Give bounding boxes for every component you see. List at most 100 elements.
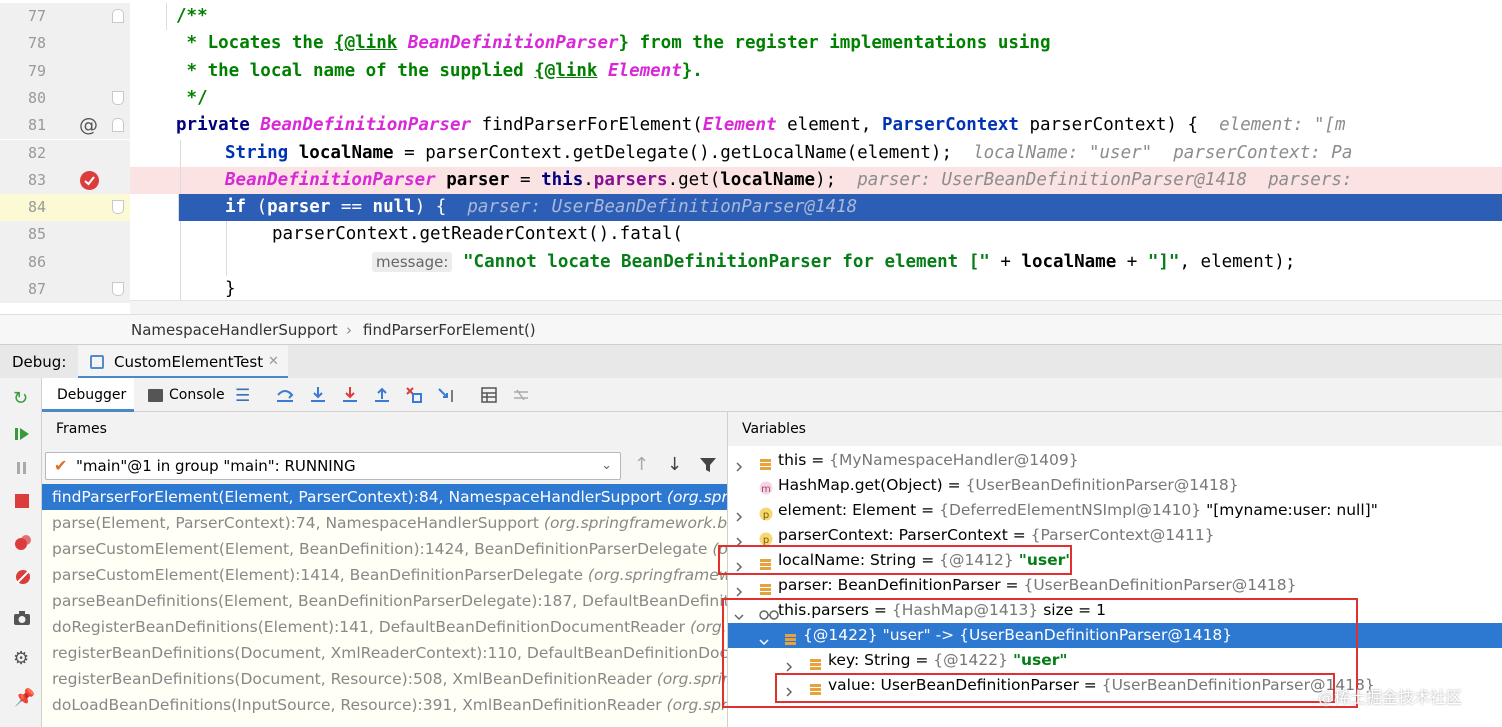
line-number: 80 [27, 88, 46, 107]
fold-marker-icon[interactable] [112, 118, 124, 133]
code-line[interactable]: 82 String localName = parserContext.getD… [0, 139, 1502, 167]
annotation-box-value [775, 673, 1335, 703]
code-line[interactable]: 78 * Locates the {@link BeanDefinitionPa… [0, 30, 1502, 58]
chevron-right-icon[interactable] [734, 455, 744, 472]
console-icon [148, 389, 163, 402]
breadcrumb-separator-icon: › [346, 321, 352, 339]
code-line[interactable]: 85 parserContext.getReaderContext().fata… [0, 221, 1502, 249]
variables-header: Variables [728, 412, 1502, 446]
ide-window: 77 /** 78 * Locates the {@link BeanDefin… [0, 0, 1502, 727]
pause-icon[interactable] [15, 460, 29, 480]
inline-debug-value: parser: UserBeanDefinitionParser@1418 pa… [857, 169, 1353, 190]
variable-row[interactable]: parser: BeanDefinitionParser = {UserBean… [728, 573, 1502, 598]
code-line-breakpoint[interactable]: 83 BeanDefinitionParser parser = this.pa… [0, 166, 1502, 195]
close-tab-icon[interactable]: ✕ [268, 345, 279, 379]
breakpoint-icon[interactable] [80, 170, 99, 190]
run-config-icon [90, 355, 104, 369]
tab-console[interactable]: Console [142, 378, 232, 412]
debug-title: Debug: [12, 353, 67, 371]
breadcrumb-method[interactable]: findParserForElement() [363, 315, 536, 345]
field-icon [759, 454, 772, 470]
drop-frame-icon[interactable] [404, 385, 424, 409]
line-number: 78 [27, 34, 46, 53]
next-thread-arrow-icon[interactable]: ↓ [667, 454, 682, 475]
rerun-icon[interactable]: ↻ [13, 388, 28, 409]
stack-frame[interactable]: doLoadBeanDefinitions(InputSource, Resou… [42, 692, 727, 718]
chevron-right-icon[interactable] [734, 505, 744, 522]
line-number: 77 [27, 7, 46, 25]
stop-icon[interactable] [15, 494, 29, 508]
fold-marker-icon[interactable] [112, 200, 124, 215]
step-out-icon[interactable] [372, 385, 392, 409]
parameter-icon: p [759, 504, 773, 521]
layout-menu-icon[interactable]: ☰ [235, 386, 250, 406]
stack-frame[interactable]: parseCustomElement(Element, BeanDefiniti… [42, 536, 727, 562]
svg-text:m: m [761, 484, 771, 495]
fold-marker-icon[interactable] [112, 9, 124, 23]
pin-icon[interactable]: 📌 [14, 688, 35, 708]
stack-frame[interactable]: registerBeanDefinitions(Document, Resour… [42, 666, 727, 692]
line-number: 86 [27, 252, 46, 271]
resume-icon[interactable] [14, 426, 30, 446]
code-line-execution-point[interactable]: 84 if (parser == null) { parser: UserBea… [0, 194, 1502, 222]
line-number: 84 [27, 198, 46, 217]
checkmark-icon: ✔ [54, 456, 68, 475]
variable-row[interactable]: this = {MyNamespaceHandler@1409} [728, 448, 1502, 473]
breadcrumb-class[interactable]: NamespaceHandlerSupport [131, 315, 338, 345]
code-editor[interactable]: 77 /** 78 * Locates the {@link BeanDefin… [0, 0, 1502, 314]
code-line[interactable]: 81 @ private BeanDefinitionParser findPa… [0, 112, 1502, 140]
code-line[interactable]: 77 /** [0, 3, 1502, 31]
camera-icon[interactable] [13, 610, 31, 630]
mute-breakpoints-icon[interactable] [14, 568, 32, 590]
view-breakpoints-icon[interactable] [14, 534, 32, 556]
tab-customelementtest[interactable]: CustomElementTest ✕ [78, 345, 288, 379]
variable-row[interactable]: m HashMap.get(Object) = {UserBeanDefiniti… [728, 473, 1502, 498]
inline-debug-value: parser: UserBeanDefinitionParser@1418 [467, 197, 858, 218]
stack-frame[interactable]: doRegisterBeanDefinitions(Element):141, … [42, 614, 727, 640]
parameter-icon: p [759, 529, 773, 546]
chevron-right-icon[interactable] [734, 530, 744, 547]
inline-debug-value: element: "[m [1219, 115, 1346, 136]
inline-debug-value: localName: "user" parserContext: Pa [973, 142, 1353, 163]
stack-frame[interactable]: parseBeanDefinitions(Element, BeanDefini… [42, 588, 727, 614]
line-number: 79 [27, 61, 46, 80]
chevron-down-icon: ⌄ [601, 458, 612, 473]
stack-frame[interactable]: registerBeanDefinitions(Document, XmlRea… [42, 640, 727, 666]
overrides-at-icon[interactable]: @ [79, 114, 98, 136]
tab-debugger[interactable]: Debugger [42, 378, 134, 412]
method-return-icon: m [759, 479, 773, 495]
run-to-cursor-icon[interactable] [437, 385, 457, 409]
chevron-right-icon[interactable] [734, 580, 744, 597]
parameter-hint: message: [372, 251, 453, 272]
line-number: 81 [27, 116, 46, 135]
show-execution-point-icon[interactable] [275, 385, 295, 409]
line-number: 87 [27, 280, 46, 298]
thread-selector[interactable]: ✔ "main"@1 in group "main": RUNNING ⌄ [45, 452, 621, 480]
watermark: @稀土掘金技术社区 [1318, 688, 1463, 707]
fold-marker-icon[interactable] [112, 282, 124, 296]
svg-text:p: p [763, 510, 769, 521]
stack-frame[interactable]: findParserForElement(Element, ParserCont… [42, 484, 727, 510]
fold-marker-icon[interactable] [112, 90, 124, 105]
debug-tool-window-header: Debug: CustomElementTest ✕ [0, 344, 1502, 379]
evaluate-expression-icon[interactable] [480, 386, 498, 408]
annotation-box-localname [718, 545, 1072, 575]
debug-side-toolbar: ↻ ⚙ 📌 [0, 378, 42, 727]
trace-icon[interactable] [512, 386, 530, 408]
line-number: 83 [27, 170, 46, 189]
code-line[interactable]: 80 */ [0, 84, 1502, 113]
previous-thread-arrow-icon[interactable]: ↑ [634, 454, 649, 475]
filter-icon[interactable] [699, 456, 717, 478]
frames-list: findParserForElement(Element, ParserCont… [42, 484, 728, 727]
variable-row[interactable]: p element: Element = {DeferredElementNSIm… [728, 498, 1502, 523]
stack-frame[interactable]: parseCustomElement(Element):1414, BeanDe… [42, 562, 727, 588]
settings-gear-icon[interactable]: ⚙ [13, 648, 29, 669]
step-into-icon[interactable] [340, 385, 360, 409]
horizontal-scrollbar[interactable] [130, 300, 1502, 314]
code-line[interactable]: 79 * the local name of the supplied {@li… [0, 57, 1502, 85]
frames-header: Frames [42, 412, 728, 446]
stack-frame[interactable]: parse(Element, ParserContext):74, Namesp… [42, 510, 727, 536]
code-line[interactable]: 86 message: "Cannot locate BeanDefinitio… [0, 248, 1502, 276]
line-number: 85 [27, 225, 46, 244]
step-over-icon[interactable] [308, 385, 328, 409]
